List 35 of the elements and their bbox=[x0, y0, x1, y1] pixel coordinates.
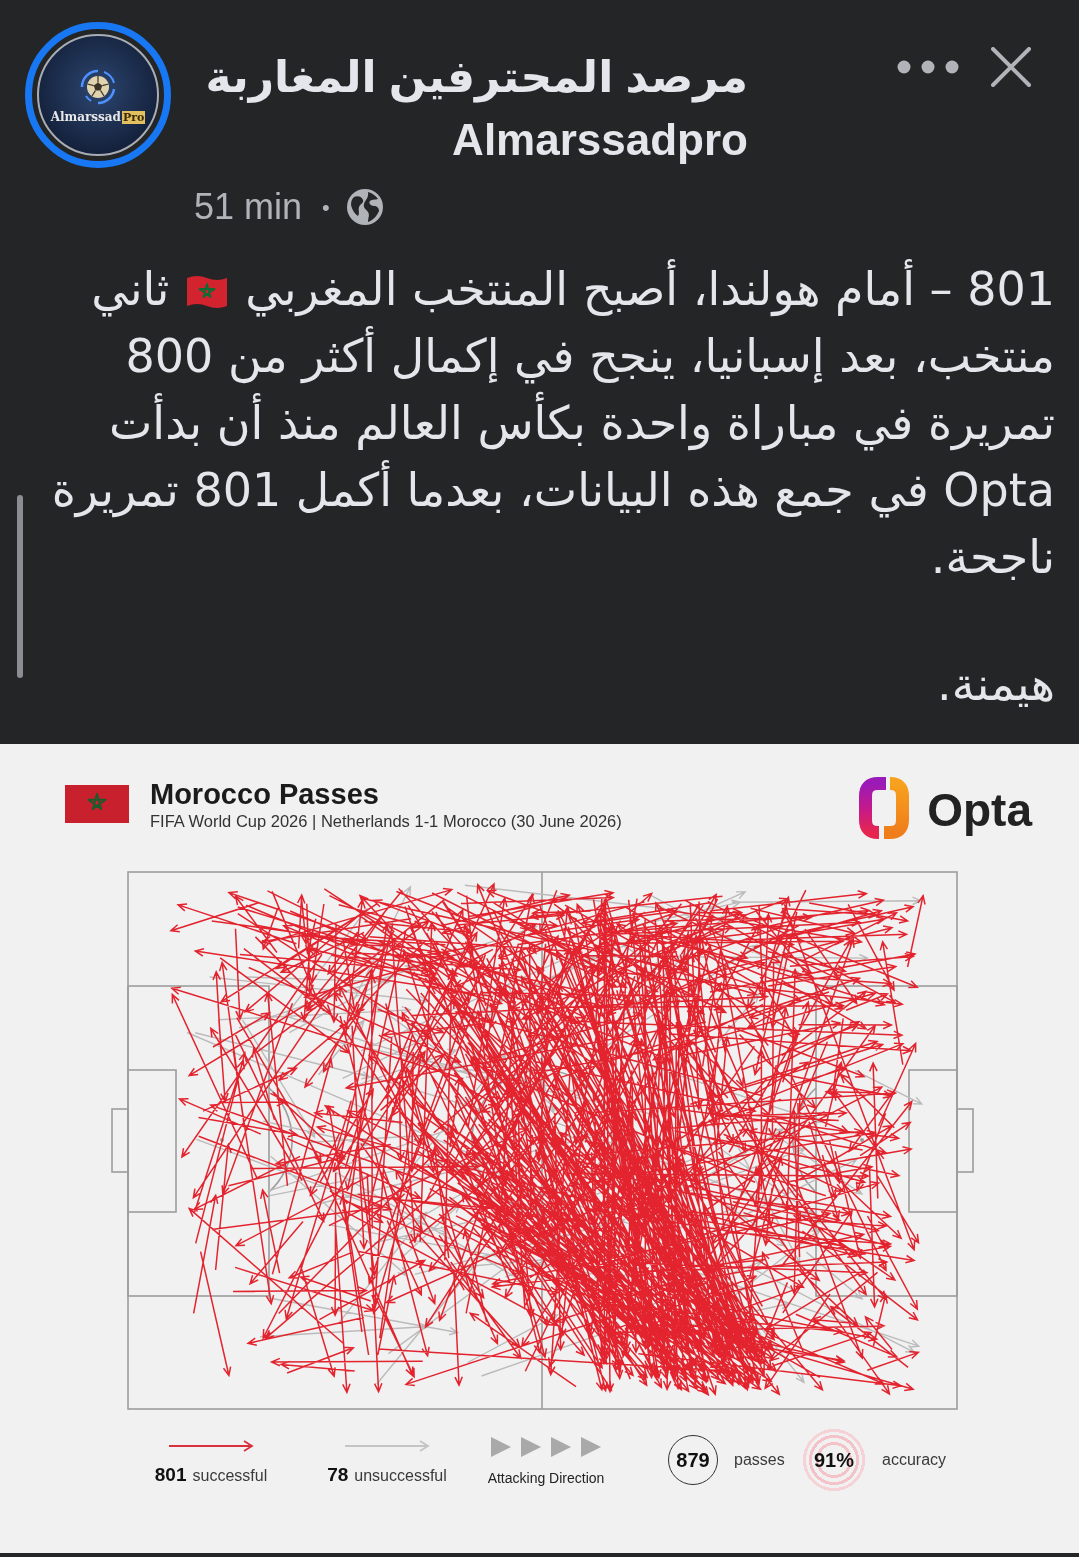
triangle-icon bbox=[520, 1436, 542, 1458]
pass-count: 78 bbox=[327, 1464, 349, 1486]
legend-label: unsuccessful bbox=[354, 1466, 447, 1486]
post-text: هيمنة. bbox=[936, 656, 1055, 713]
post-text: ثاني bbox=[91, 262, 170, 316]
legend-label: Attacking Direction bbox=[487, 1469, 605, 1488]
scrollbar-thumb[interactable] bbox=[17, 495, 23, 678]
post-text: منتخب، بعد إسبانيا، ينجح في إكمال أكثر من 800 تمريرة في مباراة واحدة بكأس العالم منذ أن بدأت Opta في جمع هذه البيانات، بعدما أكمل 801 تمريرة ناجحة. bbox=[35, 323, 1055, 591]
total-passes-count: 879 bbox=[668, 1435, 718, 1485]
brand-wordmark: Opta bbox=[927, 783, 1032, 838]
triangle-icon bbox=[580, 1436, 602, 1458]
profile-avatar[interactable]: Almarssad Pro bbox=[25, 22, 171, 168]
pass-count: 801 bbox=[154, 1464, 187, 1486]
triangle-icon bbox=[490, 1436, 512, 1458]
triangle-icon bbox=[550, 1436, 572, 1458]
flag-icon bbox=[185, 273, 230, 311]
flag-icon bbox=[65, 785, 129, 823]
legend-label: accuracy bbox=[882, 1450, 947, 1470]
globe-icon bbox=[345, 188, 384, 226]
legend-label: successful bbox=[192, 1466, 268, 1486]
close-icon[interactable] bbox=[991, 47, 1031, 87]
legend-label: passes bbox=[734, 1450, 785, 1470]
page-name[interactable]: مرصد المحترفين المغاربة bbox=[194, 45, 748, 108]
logo-text: Almarssad bbox=[50, 110, 121, 124]
arrow-icon bbox=[344, 1440, 430, 1452]
graphic-title: Morocco Passes bbox=[150, 778, 380, 810]
graphic-subtitle: FIFA World Cup 2026 | Netherlands 1-1 Morocco (30 June 2026) bbox=[150, 811, 622, 832]
more-options-icon[interactable] bbox=[897, 60, 959, 74]
logo-mark-icon bbox=[858, 776, 911, 840]
post-time[interactable]: 51 min bbox=[194, 180, 303, 234]
separator-dot: • bbox=[322, 193, 330, 222]
arrow-icon bbox=[168, 1440, 254, 1452]
page-name[interactable]: Almarssadpro bbox=[194, 108, 748, 171]
accuracy-value: 91% bbox=[802, 1428, 866, 1492]
logo-badge: Pro bbox=[121, 110, 146, 124]
